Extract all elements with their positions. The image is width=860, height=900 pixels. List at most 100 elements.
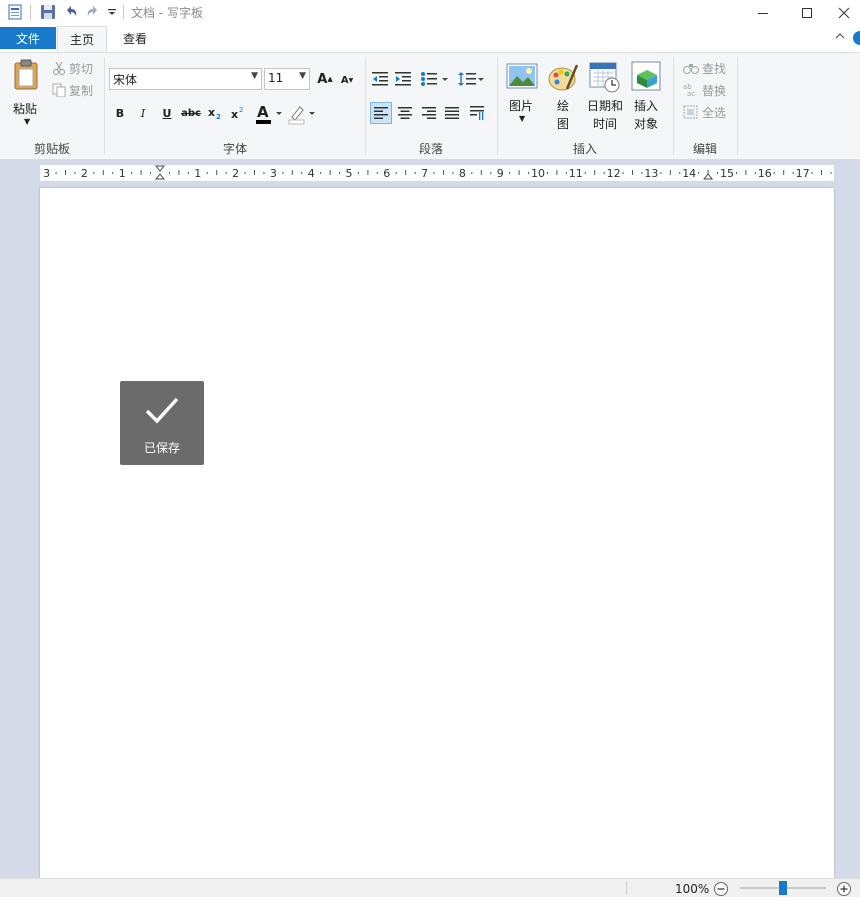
- cut-icon: [52, 61, 66, 78]
- font-color-icon: A: [256, 103, 282, 124]
- paint-label-1: 绘: [557, 99, 570, 113]
- ruler-tick: [594, 170, 596, 175]
- find-button[interactable]: 查找: [702, 60, 726, 77]
- saved-toast-label: 已保存: [143, 441, 180, 455]
- zoom-slider-thumb[interactable]: [779, 881, 787, 895]
- ruler-tick: [669, 170, 671, 175]
- minimize-button[interactable]: [740, 0, 786, 26]
- ruler-tick: [452, 172, 454, 174]
- ruler-tick: [783, 170, 785, 175]
- left-indent-marker[interactable]: [154, 165, 166, 180]
- ruler-tick: [603, 172, 605, 174]
- horizontal-ruler[interactable]: 3 2 1 1 2 3 4 5 6 7 8 9 10 11 12 13 14 15 16 17: [40, 165, 834, 181]
- zoom-in-icon: [837, 882, 851, 896]
- bold-button[interactable]: B: [109, 102, 131, 124]
- highlight-color-button[interactable]: [288, 103, 318, 128]
- align-center-button[interactable]: [394, 102, 416, 124]
- ruler-tick: [282, 172, 284, 174]
- ribbon: 粘贴 ▼ 剪切 复制 剪贴板 宋体 ▼ 11 ▼ A ▲ A ▼ B I U abc…: [0, 52, 860, 160]
- zoom-out-button[interactable]: [713, 881, 729, 900]
- strikethrough-button[interactable]: abc: [180, 102, 202, 124]
- align-right-button[interactable]: [418, 102, 440, 124]
- chevron-down-icon: ▼: [251, 71, 258, 81]
- paste-button[interactable]: 粘贴 ▼: [6, 57, 46, 133]
- ruler-label: 10: [531, 167, 545, 180]
- ruler-tick: [679, 172, 681, 174]
- ruler-tick: [584, 172, 586, 174]
- superscript-button[interactable]: x2: [228, 102, 250, 124]
- app-icon[interactable]: [6, 3, 24, 21]
- cut-button[interactable]: 剪切: [69, 60, 93, 77]
- ruler-tick: [698, 172, 700, 174]
- picture-dropdown-icon: ▼: [519, 114, 526, 123]
- decrease-indent-button[interactable]: [372, 71, 390, 90]
- ruler-tick: [376, 172, 378, 174]
- minimize-icon: [758, 13, 768, 14]
- align-left-button[interactable]: [370, 102, 392, 124]
- tab-file[interactable]: 文件: [0, 27, 56, 49]
- status-bar: 100%: [0, 878, 860, 897]
- undo-icon[interactable]: [62, 3, 80, 21]
- ruler-tick: [178, 170, 180, 175]
- underline-button[interactable]: U: [156, 102, 178, 124]
- paint-drawing-button[interactable]: 绘 图: [545, 59, 581, 135]
- paragraph-button[interactable]: [466, 102, 488, 124]
- justify-icon: [445, 107, 459, 119]
- replace-button[interactable]: 替换: [702, 82, 726, 99]
- date-time-button[interactable]: 日期和 时间: [585, 59, 625, 135]
- document-workspace: [0, 188, 860, 878]
- line-spacing-button[interactable]: [458, 71, 486, 90]
- ruler-label: 12: [607, 167, 621, 180]
- tab-home[interactable]: 主页: [57, 26, 107, 52]
- zoom-level-text: 100%: [675, 882, 710, 896]
- font-family-combo[interactable]: 宋体 ▼: [109, 68, 262, 90]
- save-icon[interactable]: [39, 3, 57, 21]
- tab-view[interactable]: 查看: [110, 27, 160, 49]
- maximize-button[interactable]: [784, 0, 830, 26]
- ruler-label: 3: [270, 167, 277, 180]
- saved-toast: 已保存: [120, 381, 204, 465]
- copy-button[interactable]: 复制: [69, 82, 93, 99]
- ruler-tick: [225, 172, 227, 174]
- redo-icon[interactable]: [84, 3, 102, 21]
- italic-button[interactable]: I: [132, 102, 154, 124]
- ruler-area: 3 2 1 1 2 3 4 5 6 7 8 9 10 11 12 13 14 15 16 17: [0, 160, 860, 190]
- close-icon: [838, 7, 850, 19]
- svg-text:A: A: [257, 103, 269, 121]
- insert-picture-button[interactable]: 图片 ▼: [503, 59, 541, 135]
- zoom-slider-track[interactable]: [740, 881, 826, 895]
- ruler-tick: [112, 172, 114, 174]
- insert-object-label-1: 插入: [634, 99, 659, 113]
- grow-font-button[interactable]: A ▲: [314, 68, 336, 90]
- increase-indent-button[interactable]: [395, 71, 413, 90]
- ruler-tick: [773, 172, 775, 174]
- ruler-tick: [168, 172, 170, 174]
- highlight-icon: [288, 106, 315, 125]
- bullets-button[interactable]: [420, 71, 452, 90]
- justify-button[interactable]: [441, 102, 463, 124]
- select-all-button[interactable]: 全选: [702, 104, 726, 121]
- ruler-tick: [660, 172, 662, 174]
- title-bar: 文档 - 写字板: [0, 0, 860, 26]
- ruler-tick: [830, 172, 832, 174]
- ruler-tick: [811, 172, 813, 174]
- insert-object-button[interactable]: 插入 对象: [628, 59, 666, 135]
- ruler-tick: [405, 170, 407, 175]
- font-color-button[interactable]: A: [255, 103, 285, 128]
- right-indent-marker[interactable]: [703, 173, 714, 180]
- shrink-font-button[interactable]: A ▼: [336, 69, 358, 91]
- insert-picture-label: 图片: [509, 99, 534, 113]
- close-button[interactable]: [828, 0, 860, 26]
- ruler-label: 9: [497, 167, 504, 180]
- subscript-button[interactable]: x2: [205, 102, 227, 124]
- zoom-in-button[interactable]: [836, 881, 852, 900]
- replace-icon: ab ac: [683, 83, 699, 100]
- collapse-ribbon-icon[interactable]: [834, 30, 846, 45]
- paragraph-icon: [470, 106, 484, 120]
- customize-quick-access-icon[interactable]: [103, 3, 121, 21]
- font-size-combo[interactable]: 11 ▼: [264, 68, 310, 90]
- help-icon[interactable]: [853, 31, 860, 45]
- zoom-out-icon: [714, 882, 728, 896]
- document-page[interactable]: [40, 188, 834, 878]
- ruler-label: 1: [119, 167, 126, 180]
